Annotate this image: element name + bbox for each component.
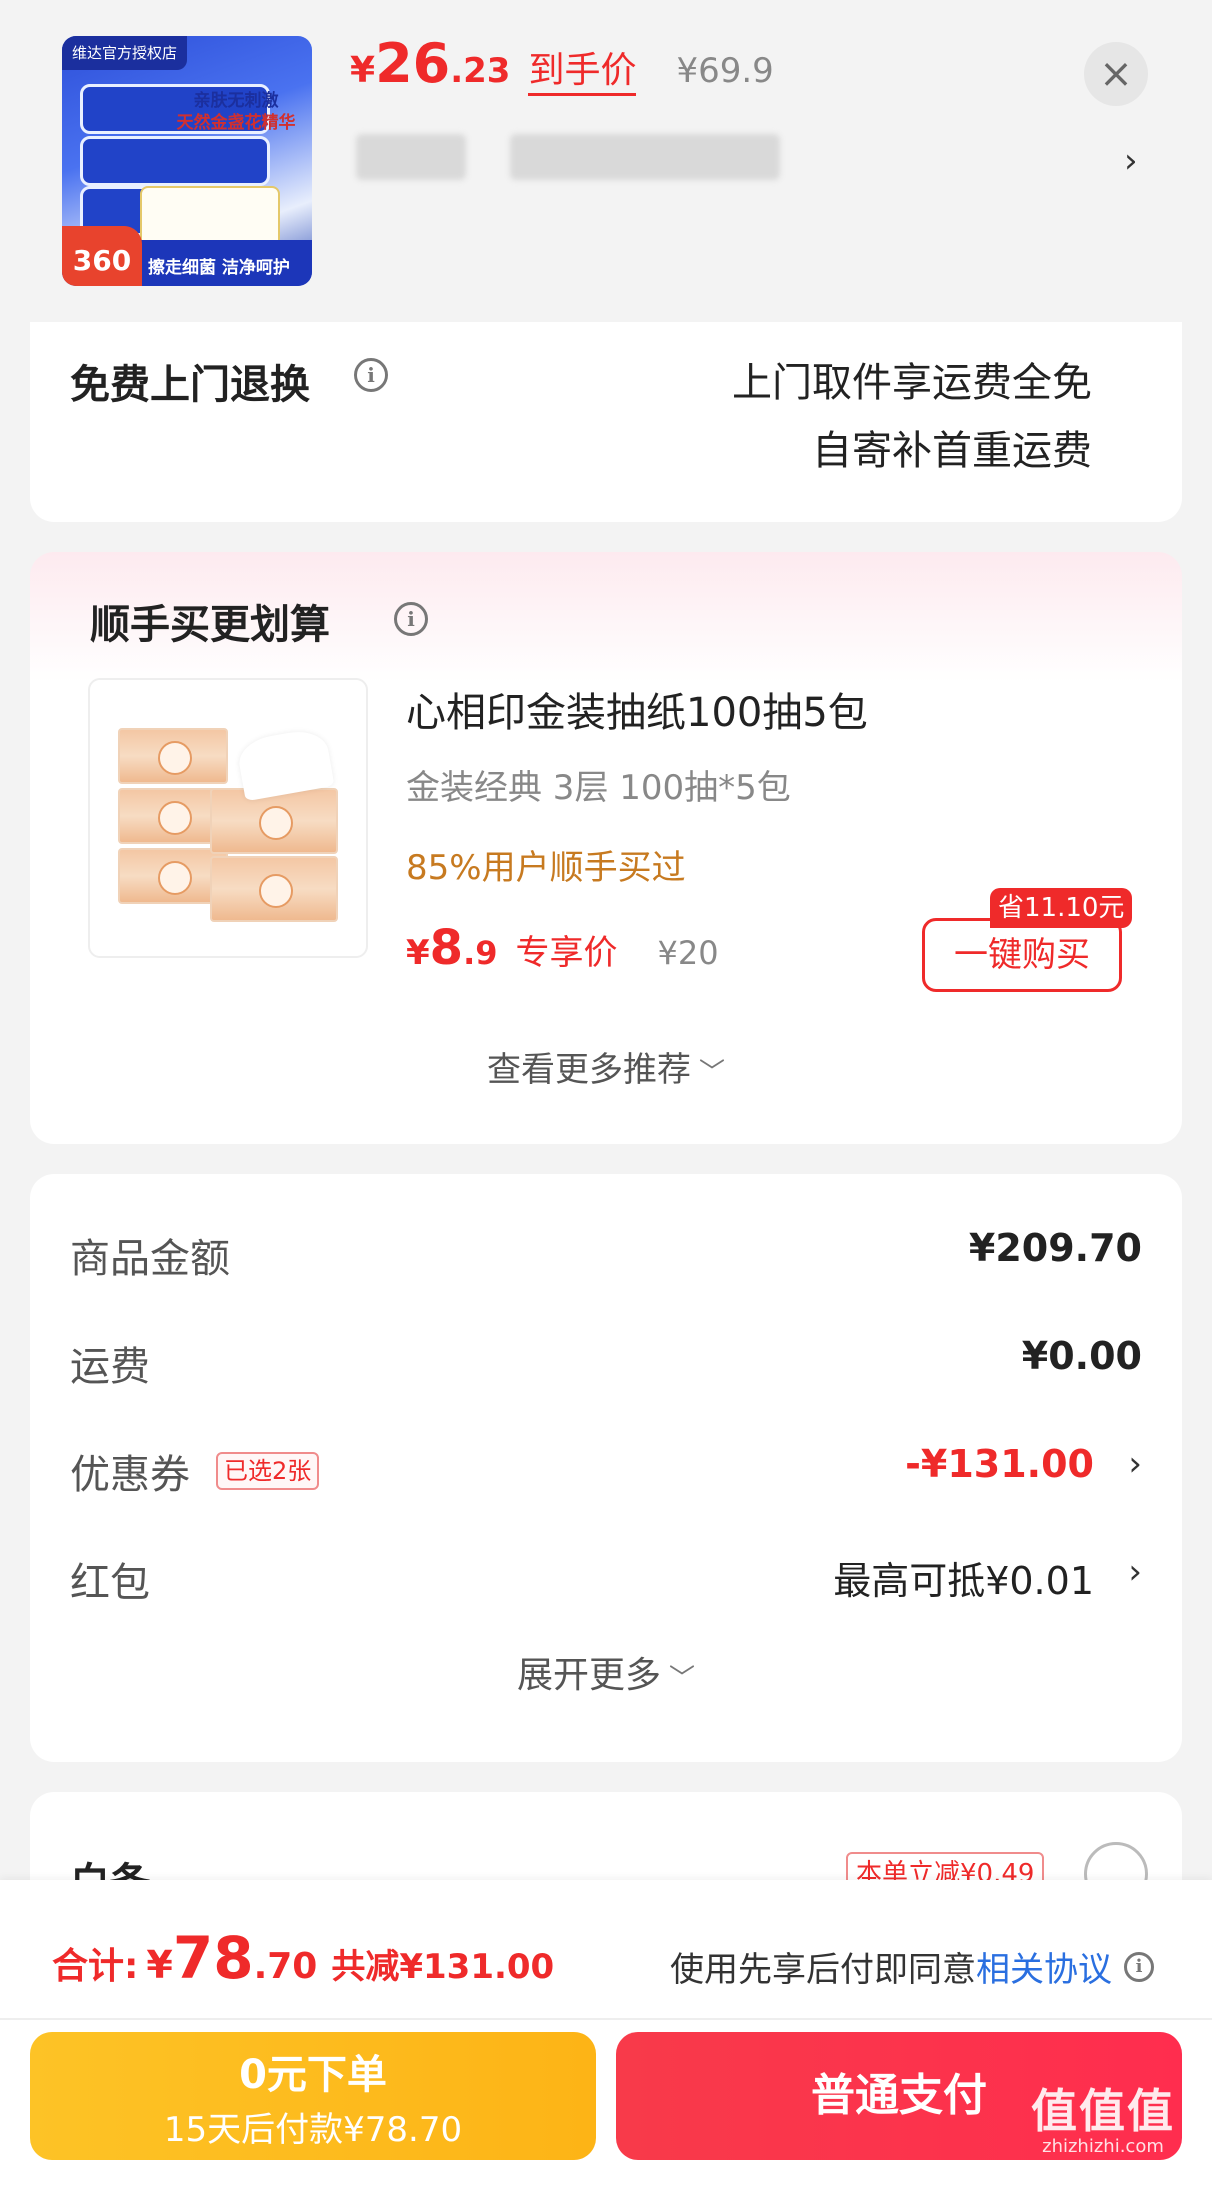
summary-value: ¥0.00 xyxy=(1021,1334,1142,1378)
info-icon[interactable]: i xyxy=(1124,1951,1154,1982)
summary-label: 红包 xyxy=(70,1560,150,1606)
summary-label: 运费 xyxy=(70,1344,150,1390)
price-integer: 26 xyxy=(375,32,451,95)
wipes-pack-image xyxy=(80,136,270,186)
total-label: 合计: xyxy=(52,1946,139,1987)
addon-product-spec: 金装经典 3层 100抽*5包 xyxy=(406,768,791,808)
summary-value: ¥209.70 xyxy=(968,1226,1142,1270)
addon-card: 顺手买更划算 i 心相印金装抽纸100抽5包 金装经典 3层 100抽*5包 8… xyxy=(30,552,1182,1144)
addon-product-name[interactable]: 心相印金装抽纸100抽5包 xyxy=(406,680,868,738)
summary-value: 最高可抵¥0.01 xyxy=(833,1559,1094,1603)
addon-product-image[interactable] xyxy=(88,678,368,958)
price-integer: 8 xyxy=(429,920,464,976)
summary-row-coupon[interactable]: 优惠券 已选2张 -¥131.00 › xyxy=(70,1442,1142,1502)
tissue-pack-image xyxy=(210,788,338,854)
thumb-banner-line1: 亲肤无刺激 xyxy=(193,91,279,111)
summary-row-shipping: 运费 ¥0.00 xyxy=(70,1334,1142,1394)
agreement-notice: 使用先享后付即同意 相关协议 i xyxy=(670,1942,1154,1991)
close-icon: × xyxy=(1099,51,1133,97)
price-tag: 专享价 xyxy=(515,933,618,973)
blurred-product-title xyxy=(510,134,780,180)
total-currency: ¥ xyxy=(146,1943,173,1987)
return-policy-title: 免费上门退换 xyxy=(70,362,310,408)
chevron-down-icon: ﹀ xyxy=(669,1664,696,1694)
one-click-buy-button[interactable]: 一键购买 xyxy=(922,918,1122,992)
coupon-selected-tag: 已选2张 xyxy=(216,1452,320,1490)
watermark-logo: 值值值 zhizhizhi.com xyxy=(1018,2086,1188,2157)
original-price: ¥20 xyxy=(657,934,719,972)
summary-value: -¥131.00 xyxy=(905,1442,1094,1486)
close-button[interactable]: × xyxy=(1084,42,1148,106)
chevron-right-icon: › xyxy=(1128,1552,1142,1592)
divider xyxy=(0,2018,1212,2020)
checkout-bar: 合计: ¥ 78 .70 共减¥131.00 使用先享后付即同意 相关协议 i … xyxy=(0,1880,1212,2197)
shop-tag: 维达官方授权店 xyxy=(62,36,188,70)
addon-social-proof: 85%用户顺手买过 xyxy=(406,848,686,888)
product-thumbnail[interactable]: 维达官方授权店 亲肤无刺激 天然金盏花精华 360片 擦走细菌 洁净呵护 xyxy=(62,36,312,286)
chevron-down-icon: ﹀ xyxy=(698,1058,725,1088)
agreement-text: 使用先享后付即同意 xyxy=(670,1950,976,1990)
thumb-count: 360片 xyxy=(62,226,142,286)
info-icon[interactable]: i xyxy=(394,602,428,636)
agreement-link[interactable]: 相关协议 xyxy=(976,1942,1112,1991)
thumb-strip-text: 擦走细菌 洁净呵护 xyxy=(148,258,290,278)
thumb-banner: 亲肤无刺激 天然金盏花精华 xyxy=(166,90,306,134)
return-policy-line2: 自寄补首重运费 xyxy=(812,428,1092,474)
price-currency: ¥ xyxy=(406,933,430,973)
product-header: 维达官方授权店 亲肤无刺激 天然金盏花精华 360片 擦走细菌 洁净呵护 ¥ 2… xyxy=(0,0,1212,322)
addon-title: 顺手买更划算 xyxy=(90,602,330,648)
price-tag: 到手价 xyxy=(528,49,637,96)
chevron-right-icon[interactable]: › xyxy=(1124,144,1138,178)
price-decimal: .9 xyxy=(463,934,498,972)
total-decimal: .70 xyxy=(253,1946,318,1987)
return-policy-card: 免费上门退换 上门取件享运费全免 自寄补首重运费 xyxy=(30,322,1182,522)
pay-later-label: 0元下单 xyxy=(239,2052,387,2098)
summary-row-redpacket[interactable]: 红包 最高可抵¥0.01 › xyxy=(70,1550,1142,1610)
expand-more-button[interactable]: 展开更多 ﹀ xyxy=(30,1646,1182,1698)
addon-price: ¥ 8 .9 专享价 ¥20 xyxy=(406,920,719,976)
watermark-domain: zhizhizhi.com xyxy=(1042,2136,1164,2157)
product-price: ¥ 26 .23 到手价 ¥69.9 xyxy=(350,32,774,102)
expand-more-label: 展开更多 xyxy=(516,1655,661,1696)
total-saved: 共减¥131.00 xyxy=(331,1947,555,1987)
pay-later-button[interactable]: 0元下单 15天后付款¥78.70 xyxy=(30,2032,596,2160)
save-badge: 省11.10元 xyxy=(990,888,1133,928)
total-integer: 78 xyxy=(172,1924,254,1992)
price-currency: ¥ xyxy=(350,50,376,91)
summary-label: 优惠券 xyxy=(70,1452,190,1498)
watermark-text: 值值值 xyxy=(1031,2084,1175,2138)
summary-label: 商品金额 xyxy=(70,1236,230,1282)
pay-later-sublabel: 15天后付款¥78.70 xyxy=(163,2110,463,2150)
tissue-pack-image xyxy=(118,728,228,784)
more-recommend-button[interactable]: 查看更多推荐 ﹀ xyxy=(30,1042,1182,1091)
order-summary-card: 商品金额 ¥209.70 运费 ¥0.00 优惠券 已选2张 -¥131.00 … xyxy=(30,1174,1182,1762)
chevron-right-icon: › xyxy=(1128,1444,1142,1484)
more-recommend-label: 查看更多推荐 xyxy=(486,1050,691,1090)
tissue-pack-image xyxy=(210,856,338,922)
info-icon[interactable]: i xyxy=(354,358,388,392)
blurred-product-title xyxy=(356,134,466,180)
original-price: ¥69.9 xyxy=(676,51,774,91)
summary-row-goods: 商品金额 ¥209.70 xyxy=(70,1226,1142,1286)
total-price: 合计: ¥ 78 .70 共减¥131.00 xyxy=(52,1924,554,1992)
thumb-banner-line2: 天然金盏花精华 xyxy=(176,113,296,133)
price-decimal: .23 xyxy=(450,51,511,91)
return-policy-line1: 上门取件享运费全免 xyxy=(732,360,1092,406)
